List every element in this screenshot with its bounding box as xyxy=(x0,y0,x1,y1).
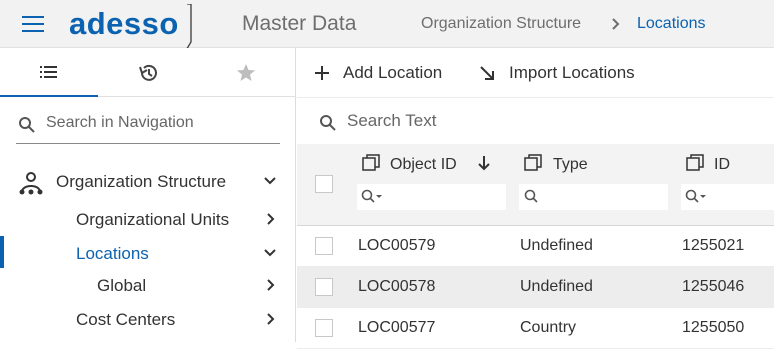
cell-id: 1255046 xyxy=(682,278,745,295)
id-filter-input[interactable] xyxy=(681,184,774,210)
add-location-button[interactable]: Add Location xyxy=(315,63,442,83)
chevron-right-icon[interactable] xyxy=(264,278,278,292)
tab-navigation[interactable] xyxy=(0,48,98,97)
table-row[interactable]: LOC00579 Undefined 1255021 xyxy=(297,226,774,267)
plus-icon xyxy=(315,66,329,80)
chevron-down-icon[interactable] xyxy=(263,174,277,188)
navigation-sidebar: Search in Navigation Organization Struct… xyxy=(0,48,296,342)
logo-slash-icon xyxy=(184,4,192,53)
navigation-search-input[interactable]: Search in Navigation xyxy=(16,108,280,144)
filter-search-icon xyxy=(361,189,382,203)
app-title: Master Data xyxy=(242,12,357,35)
type-filter-input[interactable] xyxy=(519,184,668,210)
chevron-right-icon[interactable] xyxy=(264,212,278,226)
cell-type: Country xyxy=(520,319,577,336)
search-icon xyxy=(19,117,35,133)
cell-type: Undefined xyxy=(520,237,593,254)
search-icon xyxy=(320,115,336,131)
column-settings-icon[interactable] xyxy=(362,154,380,172)
add-location-label: Add Location xyxy=(343,63,443,82)
row-checkbox[interactable] xyxy=(315,278,333,296)
column-settings-icon[interactable] xyxy=(686,154,704,172)
row-checkbox[interactable] xyxy=(315,319,333,337)
column-header-object-id[interactable]: Object ID xyxy=(390,156,457,174)
row-checkbox[interactable] xyxy=(315,237,333,255)
cell-id: 1255021 xyxy=(682,237,745,254)
cell-object-id: LOC00578 xyxy=(358,278,436,295)
sort-descending-icon[interactable] xyxy=(475,154,493,172)
toolbar: Add Location Import Locations xyxy=(297,48,774,98)
active-indicator xyxy=(0,236,4,268)
filter-search-icon xyxy=(524,189,538,203)
org-structure-icon xyxy=(19,172,43,195)
nav-item-organization-structure[interactable]: Organization Structure xyxy=(56,172,226,192)
cell-object-id: LOC00577 xyxy=(358,319,436,336)
object-id-filter-input[interactable] xyxy=(357,184,506,210)
import-locations-button[interactable]: Import Locations xyxy=(479,63,635,83)
table-search-placeholder: Search Text xyxy=(347,111,437,130)
navigation-search-placeholder: Search in Navigation xyxy=(46,114,194,131)
tab-favorites[interactable] xyxy=(197,48,295,97)
breadcrumb-chevron-icon xyxy=(612,18,620,30)
main-content: Add Location Import Locations Search Tex… xyxy=(297,48,774,349)
cell-type: Undefined xyxy=(520,278,593,295)
table-row[interactable]: LOC00578 Undefined 1255046 xyxy=(297,267,774,308)
list-icon xyxy=(40,65,57,78)
nav-item-global[interactable]: Global xyxy=(97,276,146,296)
column-settings-icon[interactable] xyxy=(524,154,542,172)
import-locations-label: Import Locations xyxy=(509,63,635,82)
table-header: Object ID Type ID xyxy=(297,144,774,226)
filter-search-icon xyxy=(685,189,706,203)
menu-icon[interactable] xyxy=(22,14,44,34)
column-header-id[interactable]: ID xyxy=(714,156,730,174)
import-arrow-icon xyxy=(480,66,494,80)
sidebar-tabs xyxy=(0,48,296,97)
app-header: adesso Master Data Organization Structur… xyxy=(0,0,774,53)
cell-id: 1255050 xyxy=(682,319,745,336)
nav-item-organizational-units[interactable]: Organizational Units xyxy=(76,210,229,230)
chevron-down-icon[interactable] xyxy=(263,246,277,260)
nav-item-cost-centers[interactable]: Cost Centers xyxy=(76,310,175,330)
breadcrumb-locations[interactable]: Locations xyxy=(637,15,706,33)
breadcrumb-organization-structure[interactable]: Organization Structure xyxy=(421,15,581,33)
star-icon xyxy=(237,63,255,81)
table-row[interactable]: LOC00577 Country 1255050 xyxy=(297,308,774,349)
column-header-type[interactable]: Type xyxy=(553,156,588,174)
select-all-checkbox[interactable] xyxy=(315,175,333,193)
company-logo: adesso xyxy=(69,6,179,41)
nav-item-locations[interactable]: Locations xyxy=(76,244,149,264)
chevron-right-icon[interactable] xyxy=(264,312,278,326)
tab-history[interactable] xyxy=(99,48,197,97)
table-search-input[interactable]: Search Text xyxy=(297,98,774,144)
cell-object-id: LOC00579 xyxy=(358,237,436,254)
history-icon xyxy=(139,64,157,81)
